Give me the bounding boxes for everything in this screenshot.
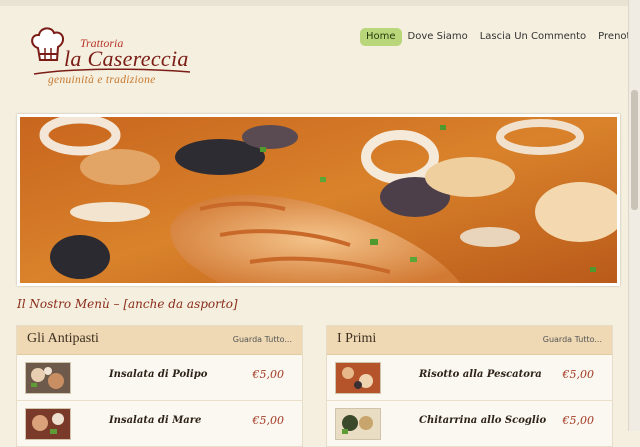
dish-thumbnail [25,362,71,394]
dish-price: €5,00 [562,368,595,381]
menu-card-primi: I Primi Guarda Tutto... Risotto alla Pes… [326,325,613,447]
site-logo[interactable]: Trattoria la Casereccia genuinità e trad… [28,24,198,92]
hero-banner-image [17,114,620,286]
menu-item[interactable]: Insalata di Polipo €5,00 [17,355,302,399]
page-scrollbar[interactable] [628,0,640,431]
card-header: I Primi Guarda Tutto... [327,326,612,355]
dish-price: €5,00 [252,414,285,427]
nav-home[interactable]: Home [360,28,402,46]
card-header: Gli Antipasti Guarda Tutto... [17,326,302,355]
dish-thumbnail [25,408,71,440]
card-title: I Primi [337,331,377,346]
dish-price: €5,00 [252,368,285,381]
dish-name: Insalata di Mare [109,415,202,426]
dish-name: Chitarrina allo Scoglio [419,415,547,426]
chef-hat-icon [31,27,65,61]
nav-dove-siamo[interactable]: Dove Siamo [402,28,474,46]
menu-card-antipasti: Gli Antipasti Guarda Tutto... Insalata d… [16,325,303,447]
dish-thumbnail [335,362,381,394]
main-nav: Home Dove Siamo Lascia Un Commento Preno… [360,28,640,46]
see-all-link[interactable]: Guarda Tutto... [543,335,602,344]
dish-thumbnail [335,408,381,440]
top-strip [0,0,640,6]
menu-item[interactable]: Insalata di Mare €5,00 [17,400,302,445]
nav-lascia-un-commento[interactable]: Lascia Un Commento [474,28,592,46]
menu-heading: Il Nostro Menù – [anche da asporto] [17,297,238,311]
dish-price: €5,00 [562,414,595,427]
logo-tagline: genuinità e tradizione [48,74,156,86]
dish-name: Risotto alla Pescatora [419,369,542,380]
card-title: Gli Antipasti [27,331,99,346]
see-all-link[interactable]: Guarda Tutto... [233,335,292,344]
scrollbar-thumb[interactable] [631,90,638,210]
menu-item[interactable]: Chitarrina allo Scoglio €5,00 [327,400,612,445]
dish-name: Insalata di Polipo [109,369,208,380]
menu-item[interactable]: Risotto alla Pescatora €5,00 [327,355,612,399]
